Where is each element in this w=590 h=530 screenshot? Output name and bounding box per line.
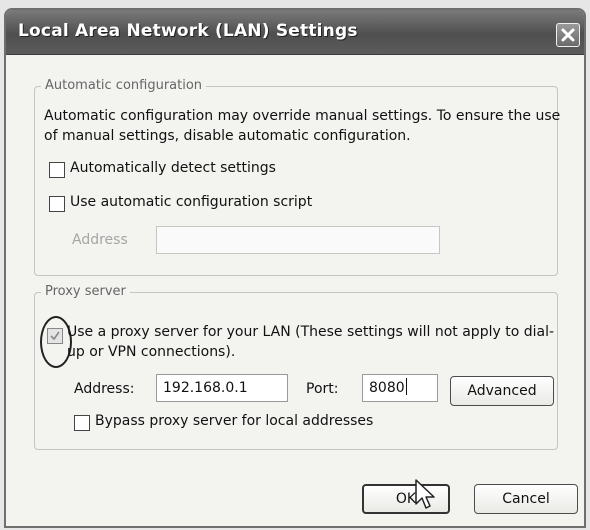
cancel-button[interactable]: Cancel <box>474 484 578 514</box>
proxy-port-value: 8080 <box>369 380 405 396</box>
configuration-script-address-label: Address <box>72 232 128 248</box>
dialog-title: Local Area Network (LAN) Settings <box>18 21 358 41</box>
use-automatic-configuration-script-checkbox[interactable] <box>49 196 65 212</box>
mouse-pointer-icon <box>415 479 435 509</box>
automatically-detect-settings-label[interactable]: Automatically detect settings <box>70 160 276 176</box>
bypass-local-addresses-label[interactable]: Bypass proxy server for local addresses <box>95 413 373 429</box>
lan-settings-dialog: Local Area Network (LAN) Settings Automa… <box>4 8 586 528</box>
automatic-configuration-description: Automatic configuration may override man… <box>44 108 561 144</box>
proxy-port-input[interactable]: 8080 <box>362 374 438 402</box>
advanced-button[interactable]: Advanced <box>450 376 554 406</box>
close-icon <box>561 28 575 42</box>
bypass-local-addresses-checkbox[interactable] <box>74 415 90 431</box>
use-proxy-server-label[interactable]: Use a proxy server for your LAN (These s… <box>67 322 557 362</box>
title-bar[interactable]: Local Area Network (LAN) Settings <box>6 10 584 55</box>
text-cursor <box>405 378 407 395</box>
proxy-address-label: Address: <box>74 381 135 397</box>
configuration-script-address-input <box>156 226 440 254</box>
automatic-configuration-legend: Automatic configuration <box>41 78 207 93</box>
close-button[interactable] <box>556 23 580 47</box>
proxy-address-input[interactable]: 192.168.0.1 <box>156 374 288 402</box>
ok-button[interactable]: OK <box>362 484 450 514</box>
proxy-port-label: Port: <box>306 381 339 397</box>
proxy-server-legend: Proxy server <box>41 284 130 299</box>
use-automatic-configuration-script-label[interactable]: Use automatic configuration script <box>70 194 312 210</box>
automatically-detect-settings-checkbox[interactable] <box>49 162 65 178</box>
